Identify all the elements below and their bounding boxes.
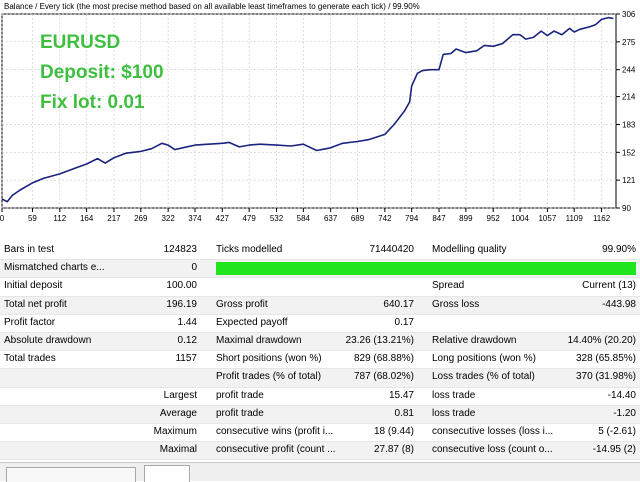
balance-chart: 90 121 152 183 214 244 275 306 0 59 112 164 217 269 32… [0,0,640,228]
report-cell-v2: 787 (68.02%) [353,371,414,383]
x-tick-label: 0 [0,214,5,223]
y-tick-label: 183 [622,120,636,129]
report-row: Profit factor 1.44 Expected payoff 0.17 [0,315,640,333]
report-cell-v2: 23.26 (13.21%) [345,334,414,346]
report-cell-v1: 124823 [163,244,197,255]
report-cell-v3: -443.98 [602,298,636,310]
report-cell-v1: 1157 [175,353,197,365]
x-tick-label: 112 [53,214,66,223]
x-tick-label: 1057 [538,214,556,223]
report-cell-v3: -1.20 [613,407,636,419]
report-cell-v1: 196.19 [166,298,197,310]
report-row: Maximum consecutive wins (profit i... 18 (… [0,424,640,443]
report-cell-v3: 99.90% [602,244,636,255]
overlay-symbol: EURUSD [40,32,121,53]
report-cell-v3: 370 (31.98%) [575,371,636,383]
report-cell-v3: -14.95 (2) [592,444,636,456]
x-tick-label: 1109 [566,214,584,223]
y-tick-label: 244 [622,66,636,75]
x-tick-label: 637 [324,214,338,223]
y-tick-label: 275 [622,38,636,47]
report-table: Bars in test 124823 Ticks modelled 71440420… [0,242,640,479]
x-tick-label: 794 [405,214,419,223]
report-cell-v2: 15.47 [388,389,414,401]
report-cell-v1: 1.44 [177,316,197,328]
x-tick-label: 479 [242,214,256,223]
x-tick-label: 952 [487,214,501,223]
report-cell-v3: 14.40% (20.20) [567,334,636,346]
report-row: Largest profit trade 15.47 loss trade -14.40 [0,388,640,406]
report-row: Total net profit 196.19 Gross profit 640.17… [0,296,640,315]
modelling-quality-bar [216,262,636,276]
x-tick-label: 269 [134,214,148,223]
report-cell-v1: Average [159,407,197,419]
x-tick-label: 427 [216,214,230,223]
report-row: Total trades 1157 Short positions (won %) 8… [0,351,640,370]
x-tick-label: 322 [161,214,175,223]
overlay-deposit: Deposit: $100 [40,62,164,83]
x-tick-label: 217 [107,214,121,223]
report-cell-v2: 18 (9.44) [373,425,414,437]
report-row: Profit trades (% of total) 787 (68.02%) Lo… [0,369,640,388]
report-row: Bars in test 124823 Ticks modelled 71440420… [0,242,640,261]
report-cell-v3: 328 (65.85%) [575,353,636,365]
report-cell-v1: 0.12 [177,334,197,346]
y-tick-label: 152 [622,148,636,157]
tester-tabs [0,462,640,482]
x-tick-label: 847 [432,214,446,223]
x-tick-label: 1162 [593,214,611,223]
report-row: Average profit trade 0.81 loss trade -1.20 [0,405,640,424]
report-cell-v2: 0.17 [394,316,414,328]
report-cell-v2: 27.87 (8) [373,444,414,456]
x-tick-label: 532 [270,214,284,223]
report-cell-v1: 0 [191,262,197,274]
report-cell-v2: 640.17 [383,298,414,310]
x-tick-label: 689 [351,214,365,223]
y-tick-label: 306 [622,10,636,19]
report-cell-v3: Current (13) [582,280,636,292]
x-tick-label: 1004 [511,214,529,223]
y-tick-label: 121 [622,176,636,185]
report-cell-v1: Maximal [159,444,197,456]
report-cell-v2: 71440420 [369,244,415,255]
y-tick-label: 90 [622,204,631,213]
report-cell-v1: Maximum [153,425,197,437]
report-row: Mismatched charts e... 0 [0,260,640,279]
report-cell-v1: 100.00 [166,280,197,292]
report-cell-v1: Largest [163,389,197,401]
x-tick-label: 742 [378,214,392,223]
report-cell-v2: 0.81 [394,407,414,419]
x-tick-label: 164 [80,214,94,223]
x-tick-label: 374 [188,214,202,223]
report-row: Initial deposit 100.00 Spread Current (13) [0,278,640,297]
report-cell-v3: 5 (-2.61) [598,425,636,437]
x-tick-label: 899 [459,214,473,223]
report-row: Maximal consecutive profit (count ... 27.8… [0,442,640,461]
chart-header: Balance / Every tick (the most precise m… [4,2,420,11]
report-cell-v3: -14.40 [607,389,636,401]
x-tick-label: 59 [28,214,37,223]
y-tick-label: 214 [622,93,636,102]
x-tick-label: 584 [297,214,311,223]
report-row: Absolute drawdown 0.12 Maximal drawdown 23.… [0,332,640,352]
tab-results[interactable] [144,465,190,482]
report-cell-v2: 829 (68.88%) [353,353,414,365]
overlay-lot: Fix lot: 0.01 [40,92,145,113]
